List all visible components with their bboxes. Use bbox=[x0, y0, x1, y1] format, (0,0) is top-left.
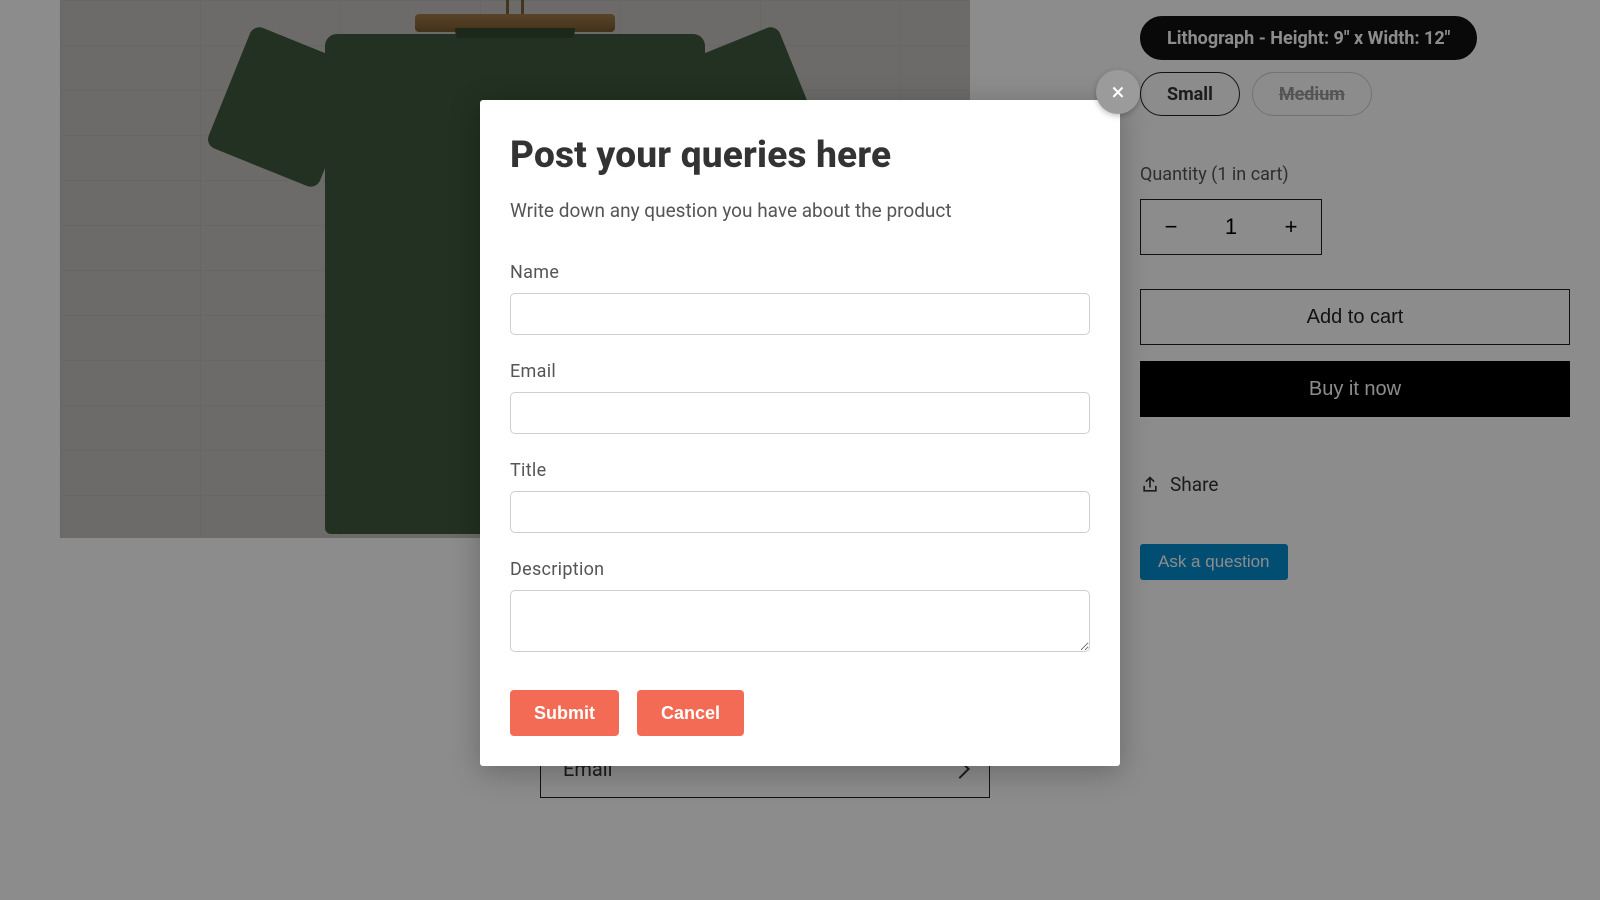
modal-title: Post your queries here bbox=[510, 134, 1090, 177]
description-label: Description bbox=[510, 559, 1090, 580]
submit-button[interactable]: Submit bbox=[510, 690, 619, 736]
title-input[interactable] bbox=[510, 491, 1090, 533]
email-input[interactable] bbox=[510, 392, 1090, 434]
query-modal: × Post your queries here Write down any … bbox=[480, 100, 1120, 766]
name-label: Name bbox=[510, 262, 1090, 283]
modal-subtitle: Write down any question you have about t… bbox=[510, 199, 1090, 222]
description-textarea[interactable] bbox=[510, 590, 1090, 652]
modal-actions: Submit Cancel bbox=[510, 690, 1090, 736]
page-root: Lithograph - Height: 9" x Width: 12" Sma… bbox=[0, 0, 1600, 900]
cancel-button[interactable]: Cancel bbox=[637, 690, 744, 736]
close-icon: × bbox=[1112, 78, 1125, 106]
email-label: Email bbox=[510, 361, 1090, 382]
name-input[interactable] bbox=[510, 293, 1090, 335]
title-label: Title bbox=[510, 460, 1090, 481]
close-button[interactable]: × bbox=[1096, 70, 1140, 114]
